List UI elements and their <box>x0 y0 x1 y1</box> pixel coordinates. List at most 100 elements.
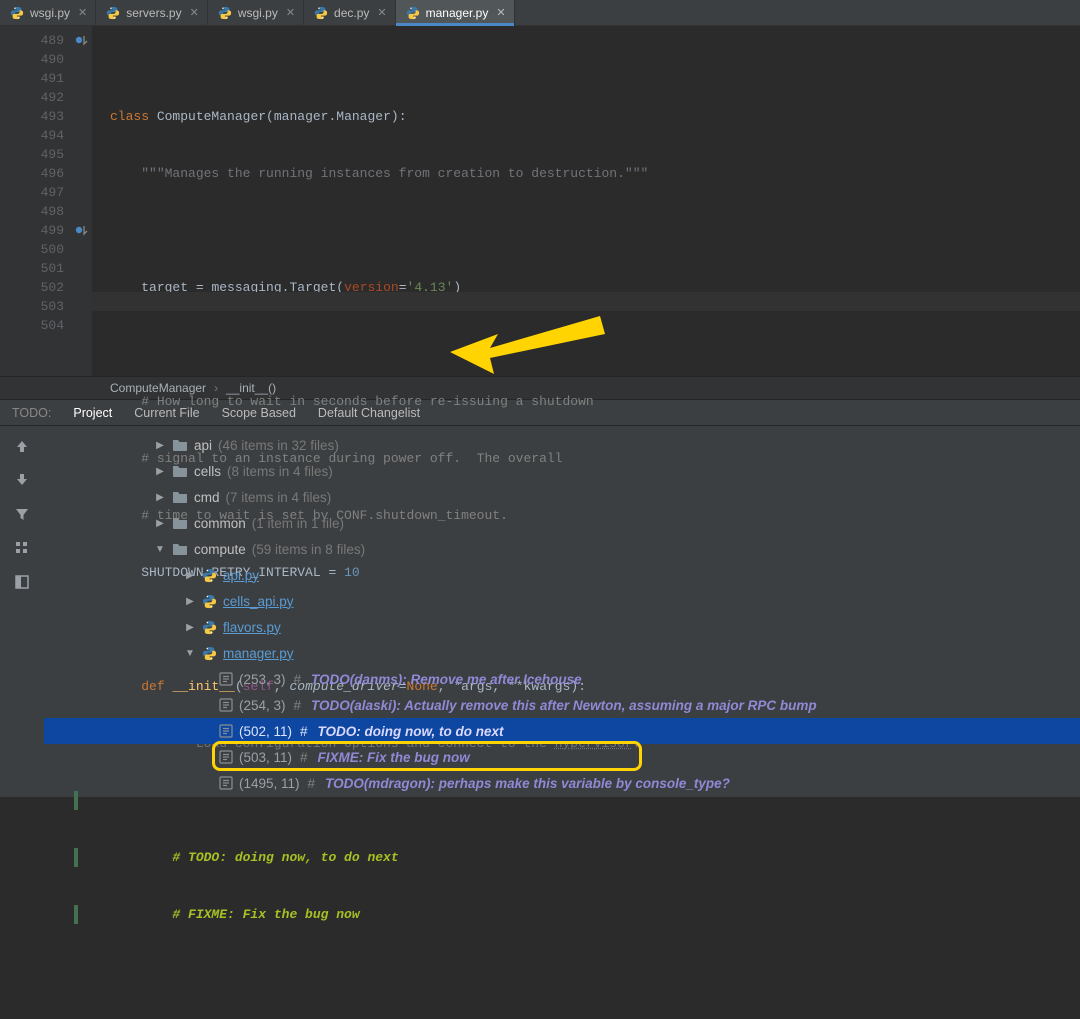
editor-tab[interactable]: wsgi.py ✕ <box>0 0 96 25</box>
tree-folder[interactable]: ▶ cmd (7 items in 4 files) <box>44 484 1080 510</box>
line-number: 497 <box>0 183 92 202</box>
tree-file[interactable]: ▶ cells_api.py <box>44 588 1080 614</box>
folder-icon <box>172 516 188 530</box>
line-number: 501 <box>0 259 92 278</box>
editor-tab[interactable]: dec.py ✕ <box>304 0 396 25</box>
close-icon[interactable]: ✕ <box>286 6 295 19</box>
todo-item[interactable]: (254, 3)#TODO(alaski): Actually remove t… <box>44 692 1080 718</box>
folder-icon <box>172 542 188 556</box>
tree-file[interactable]: ▶ flavors.py <box>44 614 1080 640</box>
line-number: 504 <box>0 316 92 335</box>
tree-file[interactable]: ▼ manager.py <box>44 640 1080 666</box>
todo-location: (503, 11) <box>239 750 292 765</box>
tree-folder[interactable]: ▶api (46 items in 32 files) <box>44 432 1080 458</box>
close-icon[interactable]: ✕ <box>190 6 199 19</box>
line-number: 490 <box>0 50 92 69</box>
tab-label: manager.py <box>426 6 489 20</box>
tree-folder[interactable]: ▶ cells (8 items in 4 files) <box>44 458 1080 484</box>
python-file-icon <box>202 646 217 661</box>
folder-hint: (7 items in 4 files) <box>226 490 332 505</box>
python-file-icon <box>202 594 217 609</box>
filter-icon[interactable] <box>12 504 32 524</box>
todo-label: TODO: <box>12 406 51 420</box>
tab-label: wsgi.py <box>238 6 278 20</box>
chevron-down-icon[interactable]: ▼ <box>154 544 166 555</box>
note-icon <box>219 672 233 686</box>
todo-location: (1495, 11) <box>239 776 300 791</box>
arrow-down-icon[interactable] <box>12 470 32 490</box>
hash-icon: # <box>308 776 316 791</box>
todo-text: TODO(danms): Remove me after Icehouse <box>311 672 582 687</box>
close-icon[interactable]: ✕ <box>78 6 87 19</box>
tab-label: dec.py <box>334 6 369 20</box>
editor-tab[interactable]: wsgi.py ✕ <box>208 0 304 25</box>
folder-icon <box>172 464 188 478</box>
chevron-right-icon[interactable]: ▶ <box>154 518 166 529</box>
todo-tree[interactable]: ▶api (46 items in 32 files)▶cells (8 ite… <box>44 426 1080 797</box>
hash-icon: # <box>294 698 302 713</box>
todo-item[interactable]: (502, 11) # TODO: doing now, to do next <box>44 718 1080 744</box>
editor-tab[interactable]: manager.py ✕ <box>396 0 515 25</box>
file-name[interactable]: api.py <box>223 568 259 583</box>
chevron-right-icon[interactable]: ▶ <box>184 570 196 581</box>
line-number: 494 <box>0 126 92 145</box>
close-icon[interactable]: ✕ <box>496 6 505 19</box>
python-file-icon <box>202 568 217 583</box>
folder-hint: (59 items in 8 files) <box>252 542 365 557</box>
todo-location: (502, 11) <box>239 724 292 739</box>
chevron-right-icon[interactable]: ▶ <box>154 492 166 503</box>
line-number: 502 <box>0 278 92 297</box>
python-file-icon <box>10 6 24 20</box>
file-name[interactable]: manager.py <box>223 646 294 661</box>
hash-icon: # <box>300 750 308 765</box>
hash-icon: # <box>300 724 308 739</box>
line-number: 500 <box>0 240 92 259</box>
todo-item[interactable]: (1495, 11)#TODO(mdragon): perhaps make t… <box>44 770 1080 796</box>
todo-item[interactable]: (253, 3) # TODO(danms): Remove me after Ic… <box>44 666 1080 692</box>
code-editor[interactable]: 4894904914924934944954964974984995005015… <box>0 26 1080 376</box>
line-number: 503 <box>0 297 92 316</box>
line-number: 493 <box>0 107 92 126</box>
python-file-icon <box>314 6 328 20</box>
chevron-right-icon[interactable]: ▶ <box>154 440 166 451</box>
file-name[interactable]: flavors.py <box>223 620 281 635</box>
folder-icon <box>172 490 188 504</box>
line-number: 495 <box>0 145 92 164</box>
todo-location: (253, 3) <box>239 672 286 687</box>
panel-icon[interactable] <box>12 572 32 592</box>
python-file-icon <box>202 620 217 635</box>
editor-tab[interactable]: servers.py ✕ <box>96 0 208 25</box>
line-gutter: 4894904914924934944954964974984995005015… <box>0 26 92 376</box>
todo-text: TODO(alaski): Actually remove this after… <box>311 698 817 713</box>
grid-icon[interactable] <box>12 538 32 558</box>
code-area[interactable]: class ComputeManager(manager.Manager): "… <box>92 26 1080 376</box>
folder-hint: (8 items in 4 files) <box>227 464 333 479</box>
arrow-up-icon[interactable] <box>12 436 32 456</box>
todo-text: FIXME: Fix the bug now <box>318 750 470 765</box>
file-name[interactable]: cells_api.py <box>223 594 294 609</box>
todo-scope-tab[interactable]: Project <box>73 406 112 420</box>
python-file-icon <box>106 6 120 20</box>
folder-name: cells <box>194 464 221 479</box>
tree-file[interactable]: ▶ api.py <box>44 562 1080 588</box>
todo-item[interactable]: (503, 11) # FIXME: Fix the bug now <box>44 744 1080 770</box>
hash-icon: # <box>294 672 302 687</box>
tree-folder[interactable]: ▶common (1 item in 1 file) <box>44 510 1080 536</box>
folder-name: compute <box>194 542 246 557</box>
chevron-right-icon[interactable]: ▶ <box>154 466 166 477</box>
tree-folder[interactable]: ▼ compute (59 items in 8 files) <box>44 536 1080 562</box>
editor-tabs: wsgi.py✕servers.py✕wsgi.py✕dec.py✕manage… <box>0 0 1080 26</box>
chevron-right-icon[interactable]: ▶ <box>184 596 196 607</box>
note-icon <box>219 698 233 712</box>
note-icon <box>219 724 233 738</box>
chevron-right-icon[interactable]: ▶ <box>184 622 196 633</box>
chevron-down-icon[interactable]: ▼ <box>184 648 196 659</box>
tab-label: wsgi.py <box>30 6 70 20</box>
tab-label: servers.py <box>126 6 181 20</box>
close-icon[interactable]: ✕ <box>377 6 386 19</box>
line-number: 498 <box>0 202 92 221</box>
folder-name: cmd <box>194 490 220 505</box>
todo-text: TODO: doing now, to do next <box>318 724 504 739</box>
line-number: 489 <box>0 31 92 50</box>
folder-icon <box>172 438 188 452</box>
